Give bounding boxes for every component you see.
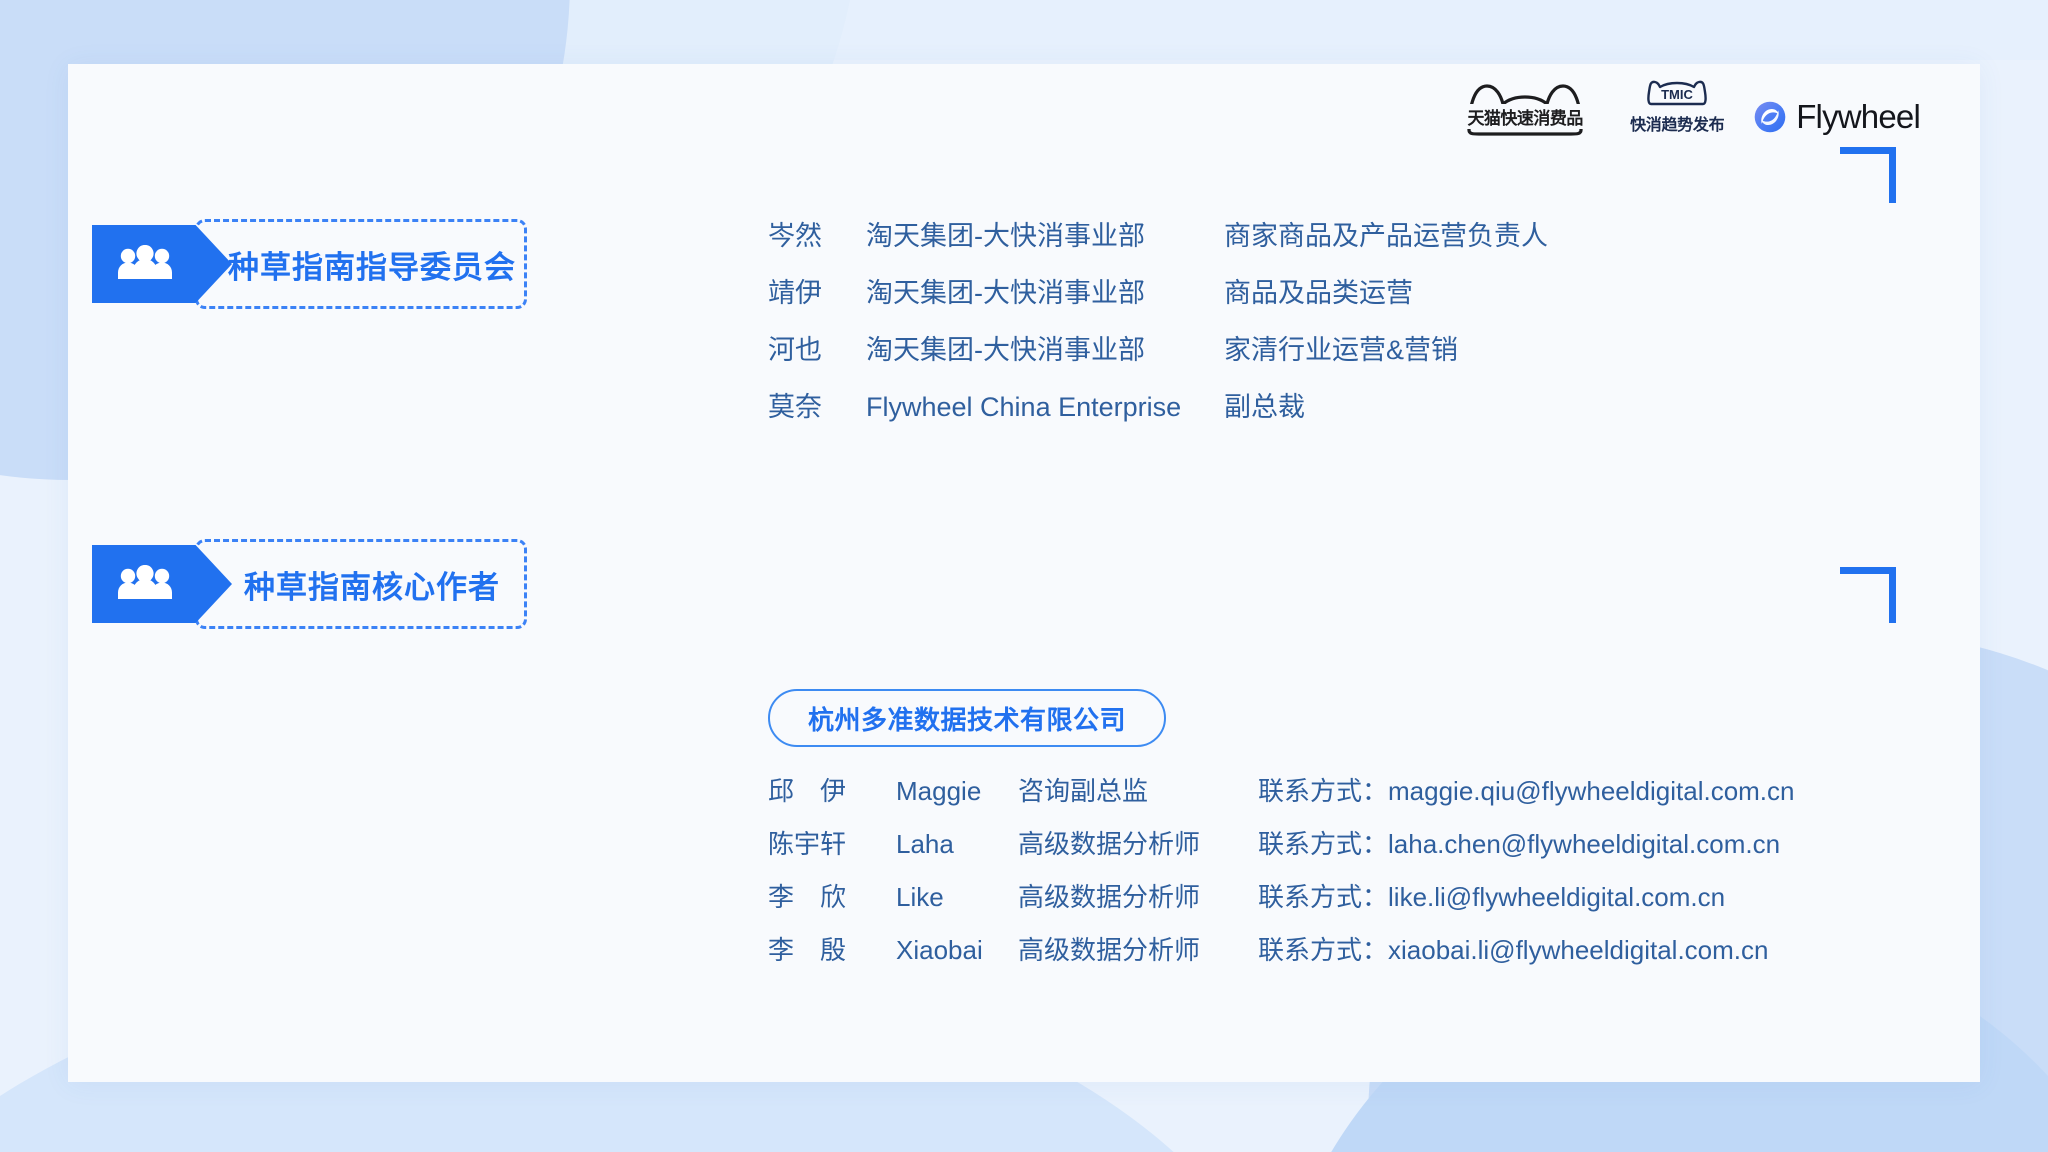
member-name: 靖伊 xyxy=(768,278,822,308)
author-name: 陈宇轩 xyxy=(768,829,847,859)
author-role: 高级数据分析师 xyxy=(1018,829,1201,859)
table-row: 岑然 淘天集团-大快消事业部 商家商品及产品运营负责人 xyxy=(768,214,1548,271)
author-contact-label: 联系方式： xyxy=(1258,935,1389,965)
author-role: 高级数据分析师 xyxy=(1018,935,1201,965)
member-role: 商家商品及产品运营负责人 xyxy=(1224,221,1548,251)
corner-bracket-top xyxy=(1840,147,1896,203)
author-contact-label: 联系方式： xyxy=(1258,776,1389,806)
committee-tag-label: 种草指南指导委员会 xyxy=(228,249,516,285)
author-name: 李 殷 xyxy=(768,935,847,965)
tmall-fmcg-logo: 天猫快速消费品 xyxy=(1449,80,1602,140)
author-english-name: Laha xyxy=(896,829,954,859)
member-role: 副总裁 xyxy=(1224,392,1305,422)
author-english-name: Maggie xyxy=(896,776,982,806)
table-row: 靖伊 淘天集团-大快消事业部 商品及品类运营 xyxy=(768,271,1548,328)
tmic-logo: TMIC 快消趋势发布 xyxy=(1629,78,1725,140)
corner-bracket-middle xyxy=(1840,567,1896,623)
table-row: 陈宇轩 Laha 高级数据分析师 联系方式： laha.chen@flywhee… xyxy=(768,824,1795,877)
credits-card: 天猫快速消费品 TMIC 快消趋势发布 Flywheel 种草指南指导委员会 岑… xyxy=(68,64,1980,1082)
committee-tag: 种草指南指导委员会 xyxy=(92,219,527,309)
author-name: 李 欣 xyxy=(768,882,847,912)
member-org: Flywheel China Enterprise xyxy=(866,392,1182,422)
table-row: 邱 伊 Maggie 咨询副总监 联系方式： maggie.qiu@flywhe… xyxy=(768,771,1795,824)
author-contact-label: 联系方式： xyxy=(1258,882,1389,912)
people-group-icon xyxy=(118,245,172,279)
author-email[interactable]: maggie.qiu@flywheeldigital.com.cn xyxy=(1388,776,1794,807)
logo-row: 天猫快速消费品 TMIC 快消趋势发布 Flywheel xyxy=(1449,74,1921,140)
author-role: 咨询副总监 xyxy=(1018,776,1149,806)
member-name: 河也 xyxy=(768,335,822,365)
tmic-badge-icon: TMIC xyxy=(1646,78,1708,108)
authors-tag: 种草指南核心作者 xyxy=(92,539,527,629)
tmic-badge-text: TMIC xyxy=(1661,87,1693,102)
member-org: 淘天集团-大快消事业部 xyxy=(866,221,1145,251)
tmall-fmcg-logo-text: 天猫快速消费品 xyxy=(1449,104,1602,129)
table-row: 李 殷 Xiaobai 高级数据分析师 联系方式： xiaobai.li@fly… xyxy=(768,930,1795,983)
section-committee: 种草指南指导委员会 xyxy=(92,219,527,309)
table-row: 李 欣 Like 高级数据分析师 联系方式： like.li@flywheeld… xyxy=(768,877,1795,930)
table-row: 莫奈 Flywheel China Enterprise 副总裁 xyxy=(768,385,1548,442)
committee-member-list: 岑然 淘天集团-大快消事业部 商家商品及产品运营负责人 靖伊 淘天集团-大快消事… xyxy=(768,214,1548,442)
author-english-name: Xiaobai xyxy=(896,935,983,965)
authors-tag-label: 种草指南核心作者 xyxy=(244,569,500,605)
flywheel-logo: Flywheel xyxy=(1753,98,1921,136)
member-role: 家清行业运营&营销 xyxy=(1224,335,1459,365)
section-authors: 种草指南核心作者 xyxy=(92,539,527,629)
author-email[interactable]: laha.chen@flywheeldigital.com.cn xyxy=(1388,829,1780,860)
author-email[interactable]: like.li@flywheeldigital.com.cn xyxy=(1388,882,1725,913)
authors-list: 杭州多准数据技术有限公司 邱 伊 Maggie 咨询副总监 联系方式： magg… xyxy=(768,689,1795,983)
member-org: 淘天集团-大快消事业部 xyxy=(866,335,1145,365)
author-contact-label: 联系方式： xyxy=(1258,829,1389,859)
member-name: 岑然 xyxy=(768,221,822,251)
people-group-icon xyxy=(118,565,172,599)
company-badge: 杭州多准数据技术有限公司 xyxy=(768,689,1167,747)
flywheel-logo-text: Flywheel xyxy=(1796,98,1921,135)
member-role: 商品及品类运营 xyxy=(1224,278,1413,308)
flywheel-mark-icon xyxy=(1754,101,1786,133)
tmic-logo-text: 快消趋势发布 xyxy=(1630,117,1725,134)
author-name: 邱 伊 xyxy=(768,776,847,806)
member-org: 淘天集团-大快消事业部 xyxy=(866,278,1145,308)
member-name: 莫奈 xyxy=(768,392,822,422)
author-email[interactable]: xiaobai.li@flywheeldigital.com.cn xyxy=(1388,935,1768,966)
author-role: 高级数据分析师 xyxy=(1018,882,1201,912)
author-english-name: Like xyxy=(896,882,944,912)
table-row: 河也 淘天集团-大快消事业部 家清行业运营&营销 xyxy=(768,328,1548,385)
